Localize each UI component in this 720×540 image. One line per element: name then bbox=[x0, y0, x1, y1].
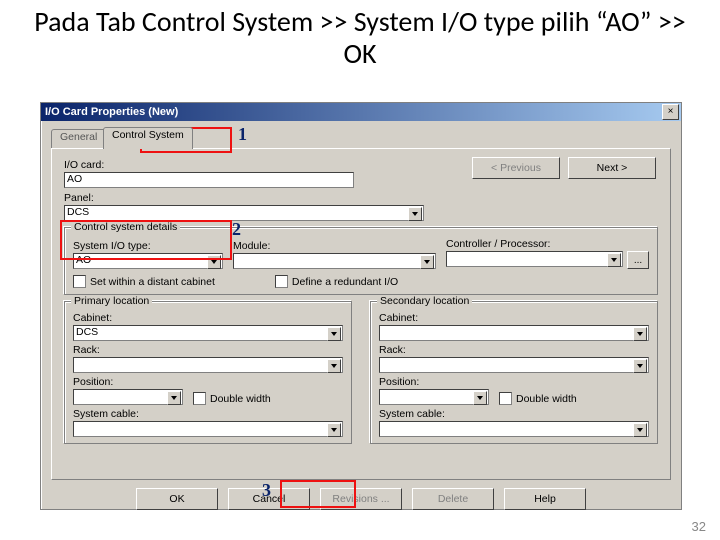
close-button[interactable]: × bbox=[662, 104, 679, 120]
chevron-down-icon bbox=[327, 327, 341, 341]
chevron-down-icon bbox=[633, 359, 647, 373]
callout-number-3: 3 bbox=[262, 480, 271, 501]
chevron-down-icon bbox=[327, 359, 341, 373]
chevron-down-icon bbox=[473, 391, 487, 405]
secondary-system-cable-combo[interactable] bbox=[379, 421, 649, 437]
checkbox-set-within[interactable]: Set within a distant cabinet bbox=[73, 275, 215, 288]
label-io-card: I/O card: bbox=[64, 159, 364, 171]
label-module: Module: bbox=[233, 240, 436, 252]
legend-csd: Control system details bbox=[71, 221, 180, 233]
checkbox-double-width-secondary[interactable]: Double width bbox=[499, 392, 577, 405]
module-combo[interactable] bbox=[233, 253, 436, 269]
chevron-down-icon bbox=[633, 423, 647, 437]
dialog-window: I/O Card Properties (New) × General Cont… bbox=[40, 102, 682, 510]
legend-primary: Primary location bbox=[71, 295, 152, 307]
chevron-down-icon bbox=[607, 253, 621, 267]
primary-system-cable-combo[interactable] bbox=[73, 421, 343, 437]
controller-browse-button[interactable]: ... bbox=[627, 251, 649, 269]
callout-number-2: 2 bbox=[232, 219, 241, 240]
chevron-down-icon bbox=[207, 255, 221, 269]
checkbox-double-width-primary[interactable]: Double width bbox=[193, 392, 271, 405]
tab-panel: < Previous Next > I/O card: AO Panel: DC… bbox=[51, 148, 671, 480]
group-control-system-details: Control system details System I/O type: … bbox=[64, 227, 658, 295]
page-number: 32 bbox=[692, 519, 706, 534]
secondary-position-combo[interactable] bbox=[379, 389, 489, 405]
ok-button[interactable]: OK bbox=[136, 488, 218, 510]
delete-button[interactable]: Delete bbox=[412, 488, 494, 510]
checkbox-icon bbox=[499, 392, 512, 405]
label-panel: Panel: bbox=[64, 192, 424, 204]
titlebar: I/O Card Properties (New) × bbox=[41, 103, 681, 121]
chevron-down-icon bbox=[633, 327, 647, 341]
label-rack: Rack: bbox=[73, 344, 343, 356]
checkbox-icon bbox=[193, 392, 206, 405]
panel-value: DCS bbox=[67, 206, 89, 218]
label-cabinet: Cabinet: bbox=[73, 312, 343, 324]
primary-cabinet-combo[interactable]: DCS bbox=[73, 325, 343, 341]
group-secondary-location: Secondary location Cabinet: Rack: Positi… bbox=[370, 301, 658, 444]
primary-rack-combo[interactable] bbox=[73, 357, 343, 373]
chevron-down-icon bbox=[408, 207, 422, 221]
system-io-type-value: AO bbox=[76, 254, 91, 266]
dialog-button-bar: OK Cancel Revisions ... Delete Help bbox=[51, 488, 671, 510]
tab-strip: General Control System bbox=[51, 127, 671, 149]
label-system-cable: System cable: bbox=[73, 408, 343, 420]
primary-position-combo[interactable] bbox=[73, 389, 183, 405]
window-title: I/O Card Properties (New) bbox=[45, 106, 178, 118]
system-io-type-combo[interactable]: AO bbox=[73, 253, 223, 269]
checkbox-icon bbox=[275, 275, 288, 288]
checkbox-define-redundant[interactable]: Define a redundant I/O bbox=[275, 275, 398, 288]
callout-number-1: 1 bbox=[238, 124, 247, 145]
revisions-button[interactable]: Revisions ... bbox=[320, 488, 402, 510]
label-controller: Controller / Processor: bbox=[446, 238, 649, 250]
previous-button[interactable]: < Previous bbox=[472, 157, 560, 179]
secondary-cabinet-combo[interactable] bbox=[379, 325, 649, 341]
close-icon: × bbox=[668, 107, 674, 117]
next-button[interactable]: Next > bbox=[568, 157, 656, 179]
io-card-field[interactable]: AO bbox=[64, 172, 354, 188]
checkbox-icon bbox=[73, 275, 86, 288]
help-button[interactable]: Help bbox=[504, 488, 586, 510]
legend-secondary: Secondary location bbox=[377, 295, 472, 307]
controller-combo[interactable] bbox=[446, 251, 623, 267]
tab-general[interactable]: General bbox=[51, 129, 106, 149]
panel-combo[interactable]: DCS bbox=[64, 205, 424, 221]
label-position: Position: bbox=[73, 376, 183, 388]
group-primary-location: Primary location Cabinet: DCS Rack: Posi… bbox=[64, 301, 352, 444]
slide-heading: Pada Tab Control System >> System I/O ty… bbox=[0, 0, 720, 72]
label-system-io-type: System I/O type: bbox=[73, 240, 223, 252]
chevron-down-icon bbox=[420, 255, 434, 269]
secondary-rack-combo[interactable] bbox=[379, 357, 649, 373]
chevron-down-icon bbox=[327, 423, 341, 437]
tab-control-system[interactable]: Control System bbox=[103, 127, 193, 149]
chevron-down-icon bbox=[167, 391, 181, 405]
